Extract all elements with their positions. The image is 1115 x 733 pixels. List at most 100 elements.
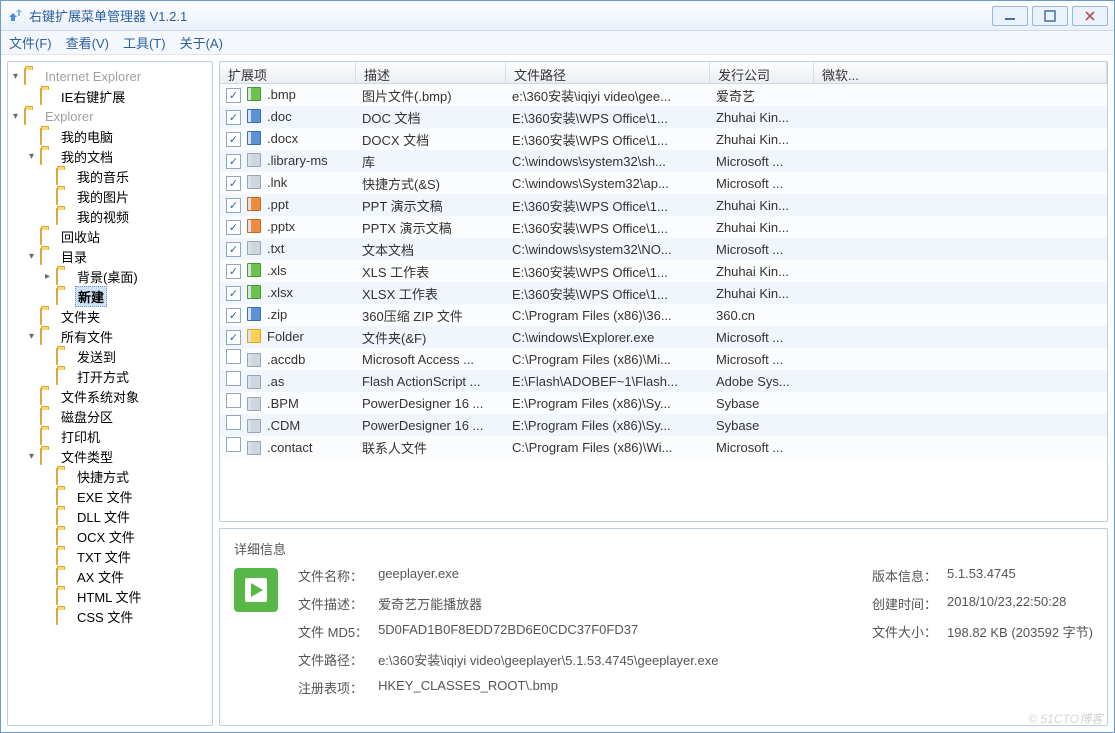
cell-path: E:\360安装\WPS Office\1... <box>506 108 710 127</box>
checkbox[interactable]: ✓ <box>226 88 241 103</box>
collapse-icon[interactable]: ▾ <box>26 451 37 462</box>
tree-item-dir[interactable]: ▾目录 <box>26 246 210 266</box>
minimize-button[interactable] <box>992 6 1028 26</box>
cell-publisher: Microsoft ... <box>710 242 814 257</box>
table-row[interactable]: .accdbMicrosoft Access ...C:\Program Fil… <box>220 348 1107 370</box>
tree-item-bg[interactable]: ▸背景(桌面) <box>42 266 210 286</box>
checkbox[interactable]: ✓ <box>226 242 241 257</box>
tree-item-allfiles[interactable]: ▾所有文件 <box>26 326 210 346</box>
tree-item-openwith[interactable]: 打开方式 <box>42 366 210 386</box>
cell-description: XLS 工作表 <box>356 262 506 281</box>
tree-item-shortcut[interactable]: 快捷方式 <box>42 466 210 486</box>
app-icon <box>7 8 23 24</box>
table-row[interactable]: ✓.pptPPT 演示文稿E:\360安装\WPS Office\1...Zhu… <box>220 194 1107 216</box>
table-row[interactable]: ✓.docDOC 文档E:\360安装\WPS Office\1...Zhuha… <box>220 106 1107 128</box>
table-row[interactable]: ✓Folder文件夹(&F)C:\windows\Explorer.exeMic… <box>220 326 1107 348</box>
folder-icon <box>56 489 72 503</box>
cell-path: E:\360安装\WPS Office\1... <box>506 262 710 281</box>
folder-icon <box>56 269 72 283</box>
checkbox[interactable] <box>226 393 241 408</box>
tree-item-printer[interactable]: 打印机 <box>26 426 210 446</box>
tree-item-dll[interactable]: DLL 文件 <box>42 506 210 526</box>
column-description[interactable]: 描述 <box>356 62 506 83</box>
tree-item-ie-ext[interactable]: IE右键扩展 <box>26 86 210 106</box>
menu-view[interactable]: 查看(V) <box>66 33 109 52</box>
checkbox[interactable]: ✓ <box>226 110 241 125</box>
checkbox[interactable]: ✓ <box>226 198 241 213</box>
table-row[interactable]: ✓.pptxPPTX 演示文稿E:\360安装\WPS Office\1...Z… <box>220 216 1107 238</box>
checkbox[interactable]: ✓ <box>226 154 241 169</box>
tree-item-recycle[interactable]: 回收站 <box>26 226 210 246</box>
checkbox[interactable] <box>226 371 241 386</box>
tree-item-mydocs[interactable]: ▾我的文档 <box>26 146 210 166</box>
table-row[interactable]: .contact联系人文件C:\Program Files (x86)\Wi..… <box>220 436 1107 458</box>
table-row[interactable]: ✓.lnk快捷方式(&S)C:\windows\System32\ap...Mi… <box>220 172 1107 194</box>
tree-item-mymusic[interactable]: 我的音乐 <box>42 166 210 186</box>
tree-item-disk[interactable]: 磁盘分区 <box>26 406 210 426</box>
table-row[interactable]: ✓.xlsxXLSX 工作表E:\360安装\WPS Office\1...Zh… <box>220 282 1107 304</box>
collapse-icon[interactable]: ▾ <box>26 251 37 262</box>
tree-panel[interactable]: ▾ Internet Explorer IE右键扩展 ▾ Explorer <box>7 61 213 726</box>
cell-publisher: Sybase <box>710 396 814 411</box>
checkbox[interactable] <box>226 437 241 452</box>
checkbox[interactable] <box>226 349 241 364</box>
table-row[interactable]: ✓.library-ms库C:\windows\system32\sh...Mi… <box>220 150 1107 172</box>
table-row[interactable]: .BPMPowerDesigner 16 ...E:\Program Files… <box>220 392 1107 414</box>
cell-description: 联系人文件 <box>356 438 506 457</box>
maximize-button[interactable] <box>1032 6 1068 26</box>
tree-item-sendto[interactable]: 发送到 <box>42 346 210 366</box>
checkbox[interactable]: ✓ <box>226 286 241 301</box>
folder-icon <box>40 229 56 243</box>
checkbox[interactable]: ✓ <box>226 220 241 235</box>
table-row[interactable]: ✓.bmp图片文件(.bmp)e:\360安装\iqiyi video\gee.… <box>220 84 1107 106</box>
column-extension[interactable]: 扩展项 <box>220 62 356 83</box>
table-row[interactable]: ✓.zip360压缩 ZIP 文件C:\Program Files (x86)\… <box>220 304 1107 326</box>
table-row[interactable]: ✓.txt文本文档C:\windows\system32\NO...Micros… <box>220 238 1107 260</box>
checkbox[interactable]: ✓ <box>226 176 241 191</box>
menu-tool[interactable]: 工具(T) <box>123 33 166 52</box>
file-icon <box>247 131 263 147</box>
tree-item-css[interactable]: CSS 文件 <box>42 606 210 626</box>
checkbox[interactable] <box>226 415 241 430</box>
tree-item-ocx[interactable]: OCX 文件 <box>42 526 210 546</box>
list-body[interactable]: ✓.bmp图片文件(.bmp)e:\360安装\iqiyi video\gee.… <box>220 84 1107 521</box>
tree-item-mypics[interactable]: 我的图片 <box>42 186 210 206</box>
column-publisher[interactable]: 发行公司 <box>710 62 814 83</box>
table-row[interactable]: .asFlash ActionScript ...E:\Flash\ADOBEF… <box>220 370 1107 392</box>
collapse-icon[interactable]: ▾ <box>26 331 37 342</box>
tree-item-txt[interactable]: TXT 文件 <box>42 546 210 566</box>
cell-description: PowerDesigner 16 ... <box>356 396 506 411</box>
tree-item-myvideo[interactable]: 我的视频 <box>42 206 210 226</box>
table-row[interactable]: ✓.xlsXLS 工作表E:\360安装\WPS Office\1...Zhuh… <box>220 260 1107 282</box>
checkbox[interactable]: ✓ <box>226 308 241 323</box>
column-microsoft[interactable]: 微软... <box>814 62 1107 83</box>
tree-item-mycomputer[interactable]: 我的电脑 <box>26 126 210 146</box>
checkbox[interactable]: ✓ <box>226 330 241 345</box>
tree-item-html[interactable]: HTML 文件 <box>42 586 210 606</box>
tree-item-ie[interactable]: ▾ Internet Explorer <box>10 66 210 86</box>
close-button[interactable] <box>1072 6 1108 26</box>
menubar: 文件(F) 查看(V) 工具(T) 关于(A) <box>1 31 1114 55</box>
tree-item-fsobj[interactable]: 文件系统对象 <box>26 386 210 406</box>
collapse-icon[interactable]: ▾ <box>26 151 37 162</box>
table-row[interactable]: .CDMPowerDesigner 16 ...E:\Program Files… <box>220 414 1107 436</box>
cell-path: C:\Program Files (x86)\Mi... <box>506 352 710 367</box>
folder-icon <box>40 129 56 143</box>
collapse-icon[interactable]: ▾ <box>10 111 21 122</box>
menu-file[interactable]: 文件(F) <box>9 33 52 52</box>
column-path[interactable]: 文件路径 <box>506 62 710 83</box>
table-row[interactable]: ✓.docxDOCX 文档E:\360安装\WPS Office\1...Zhu… <box>220 128 1107 150</box>
tree-item-exe[interactable]: EXE 文件 <box>42 486 210 506</box>
collapse-icon[interactable]: ▾ <box>10 71 21 82</box>
checkbox[interactable]: ✓ <box>226 264 241 279</box>
tree-item-ax[interactable]: AX 文件 <box>42 566 210 586</box>
tree-item-new[interactable]: 新建 <box>42 286 210 306</box>
checkbox[interactable]: ✓ <box>226 132 241 147</box>
menu-about[interactable]: 关于(A) <box>180 33 223 52</box>
expand-icon[interactable]: ▸ <box>42 271 53 282</box>
window-controls <box>992 6 1108 26</box>
tree-item-filetype[interactable]: ▾文件类型 <box>26 446 210 466</box>
tree-item-explorer[interactable]: ▾ Explorer <box>10 106 210 126</box>
folder-icon <box>56 569 72 583</box>
tree-item-folders[interactable]: 文件夹 <box>26 306 210 326</box>
